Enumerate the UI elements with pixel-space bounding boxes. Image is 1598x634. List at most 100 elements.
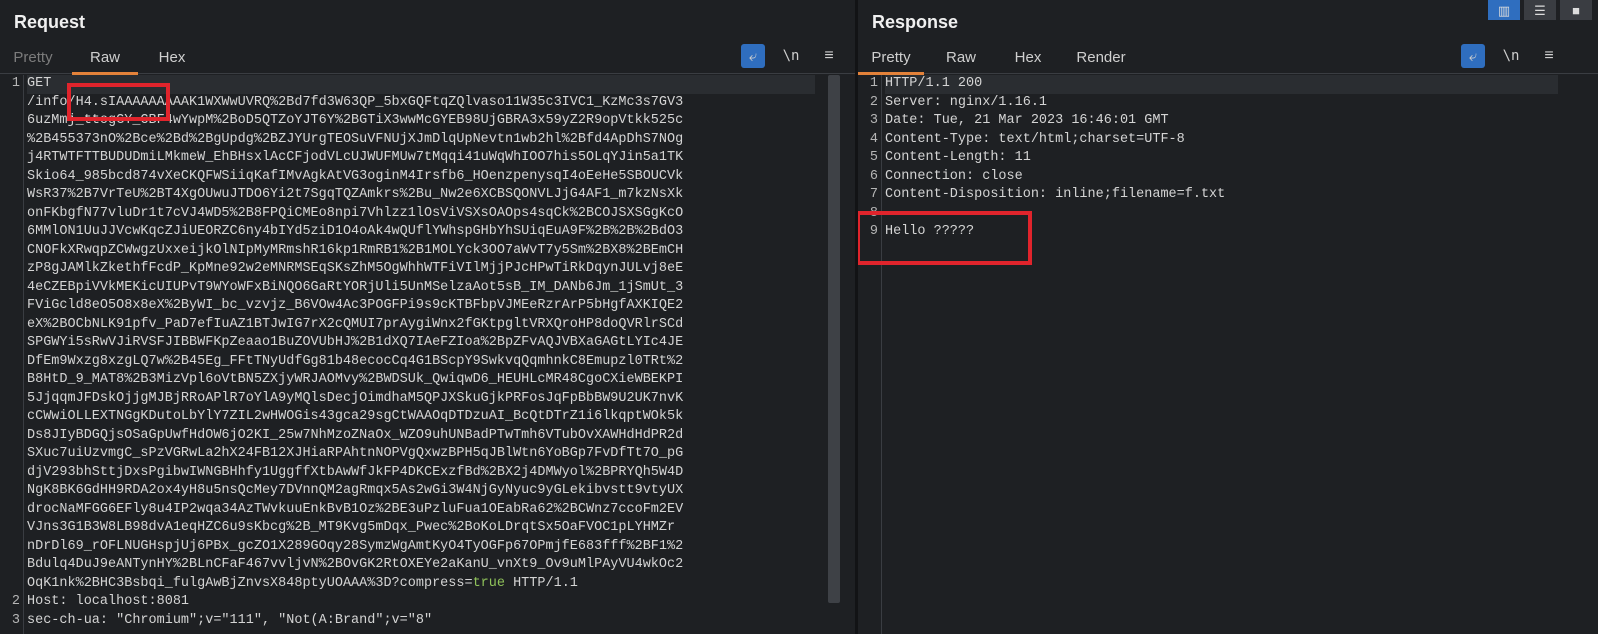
- response-tabs: Pretty Raw Hex Render: [858, 44, 1598, 75]
- code-line[interactable]: 3 Date: Tue, 21 Mar 2023 16:46:01 GMT: [870, 112, 1225, 131]
- line-text: Content-Disposition: inline;filename=f.t…: [885, 187, 1226, 202]
- annotation-box-response: [858, 211, 1032, 265]
- request-scrollbar[interactable]: [828, 75, 840, 603]
- code-line[interactable]: CNOFkXRwqpZCWwgzUxxeijkOlNIpMyMRmshR16kp…: [27, 242, 683, 261]
- layout-side-by-side-button[interactable]: ▥: [1488, 0, 1520, 20]
- line-text: FViGcld8eO5O8x8eX%2ByWI_bc_vzvjz_B6VOw4A…: [27, 298, 684, 313]
- code-line[interactable]: Skio64_985bcd874vXeCKQFWSiiqKafIMvAgkAtV…: [27, 168, 683, 187]
- code-line[interactable]: %2B455373nO%2Bce%2Bd%2BgUpdg%2BZJYUrgTEO…: [27, 131, 683, 150]
- response-tab-pretty[interactable]: Pretty: [858, 44, 924, 75]
- code-line[interactable]: j4RTWTFTTBUDUDmiLMkmeW_EhBHsxlAcCFjodVLc…: [27, 149, 683, 168]
- line-text: Connection: close: [885, 168, 1023, 184]
- code-line[interactable]: 6MMlON1UuJJVcwKqcZJiUEORZC6ny4bIYd5ziD1O…: [27, 223, 683, 242]
- line-text: B8HtD_9_MAT8%2B3MizVpl6oVtBN5ZXjyWRJAOMv…: [27, 372, 684, 387]
- code-line[interactable]: B8HtD_9_MAT8%2B3MizVpl6oVtBN5ZXjyWRJAOMv…: [27, 371, 683, 390]
- line-text: onFKbgfN77vluDr1t7cVJ4WD5%2B8FPQiCMEo8np…: [27, 205, 684, 221]
- line-text: djV293bhSttjDxsPgibwIWNGBHhfy1UggffXtbAw…: [27, 464, 684, 480]
- line-text: DfEm9Wxzg8xzgLQ7w%2B45Eg_FFtTNyUdfGg81b4…: [27, 353, 684, 369]
- line-text: SPGWYi5sRwVJiRVSFJIBBWFKpZeaao1BuZOVUbHJ…: [27, 335, 684, 350]
- layout-single-button[interactable]: ■: [1560, 0, 1592, 20]
- code-line[interactable]: drocNaMFGG6EFly8u4IP2wqa34AzTWvkuuEnkBvB…: [27, 501, 683, 520]
- param-value: true: [472, 575, 505, 591]
- line-text: GET: [27, 76, 52, 91]
- line-number: 5: [869, 150, 878, 165]
- request-tab-raw[interactable]: Raw: [72, 44, 138, 75]
- line-text: Date: Tue, 21 Mar 2023 16:46:01 GMT: [885, 113, 1169, 128]
- code-line[interactable]: FViGcld8eO5O8x8eX%2ByWI_bc_vzvjz_B6VOw4A…: [27, 297, 683, 316]
- line-text: VJns3G1B3W8LB98dvA1eqHZC6u9sKbcg%2B_MT9K…: [27, 520, 676, 535]
- code-line[interactable]: SXuc7uiUzvmgC_sPzVGRwLa2hX24FB12XJHiaRPA…: [27, 445, 683, 464]
- request-code[interactable]: 1 GET/info/H4.sIAAAAAAAAAK1WXWwUVRQ%2Bd7f…: [12, 75, 683, 631]
- request-title: Request: [14, 12, 86, 32]
- annotation-box-request: [67, 83, 170, 121]
- layout-toggles: ▥ ☰ ■: [1488, 0, 1592, 20]
- request-editor[interactable]: 1 GET/info/H4.sIAAAAAAAAAK1WXWwUVRQ%2Bd7f…: [0, 75, 855, 634]
- line-text: zP8gJAMlkZkethfFcdP_KpMne92w2eMNRMSEqSKs…: [27, 261, 684, 276]
- request-menu-button[interactable]: ≡: [820, 44, 838, 68]
- code-line[interactable]: Bdulq4DuJ9eANTynHY%2BLnCFaF467vvljvN%2BO…: [27, 556, 683, 575]
- line-text: eX%2BOCbNLK91pfv_PaD7efIuAZ1BTJwIG7rX2cQ…: [27, 316, 684, 332]
- line-number: 1: [869, 76, 878, 91]
- code-line[interactable]: 5JjqqmJFDskOjjgMJBjRRoAPlR7oYlA9yMQlsDec…: [27, 390, 683, 409]
- code-line[interactable]: eX%2BOCbNLK91pfv_PaD7efIuAZ1BTJwIG7rX2cQ…: [27, 316, 683, 335]
- response-wrap-lines-button[interactable]: ⤶: [1461, 44, 1485, 68]
- response-tab-render[interactable]: Render: [1062, 44, 1140, 74]
- line-text: WsR37%2B7VrTeU%2BT4XgOUwuJTDO6Yi2t7SgqTQ…: [27, 187, 684, 202]
- response-tab-raw[interactable]: Raw: [930, 44, 992, 74]
- code-line[interactable]: DfEm9Wxzg8xzgLQ7w%2B45Eg_FFtTNyUdfGg81b4…: [27, 353, 683, 372]
- code-line[interactable]: SPGWYi5sRwVJiRVSFJIBBWFKpZeaao1BuZOVUbHJ…: [27, 334, 683, 353]
- code-line[interactable]: 3 sec-ch-ua: "Chromium";v="111", "Not(A:B…: [12, 612, 683, 631]
- request-tabs: Pretty Raw Hex: [0, 44, 855, 75]
- line-text: Bdulq4DuJ9eANTynHY%2BLnCFaF467vvljvN%2BO…: [27, 557, 684, 572]
- code-line[interactable]: 4eCZEBpiVVkMEKicUIUPvT9WYoWFxBiNQO6GaRtY…: [27, 279, 683, 298]
- wrap-lines-button[interactable]: ⤶: [741, 44, 765, 68]
- line-number: 3: [869, 113, 878, 128]
- code-line[interactable]: NgK8BK6GdHH9RDA2ox4yH8u5nsQcMey7DVnnQM2a…: [27, 482, 683, 501]
- line-text: CNOFkXRwqpZCWwgzUxxeijkOlNIpMyMRmshR16kp…: [27, 242, 684, 258]
- line-number: 7: [869, 187, 878, 202]
- code-line[interactable]: zP8gJAMlkZkethfFcdP_KpMne92w2eMNRMSEqSKs…: [27, 260, 683, 279]
- response-title: Response: [872, 12, 959, 32]
- response-menu-button[interactable]: ≡: [1540, 44, 1558, 68]
- line-text: SXuc7uiUzvmgC_sPzVGRwLa2hX24FB12XJHiaRPA…: [27, 446, 684, 461]
- code-line[interactable]: 1 HTTP/1.1 200: [870, 75, 1225, 94]
- request-pane: Request Pretty Raw Hex ⤶ \n ≡ 1 GET/info/…: [0, 0, 855, 634]
- code-line[interactable]: OqK1nk%2BHC3Bsbqi_fulgAwBjZnvsX848ptyUOA…: [27, 575, 683, 594]
- line-number: 4: [869, 131, 878, 147]
- line-text: sec-ch-ua: "Chromium";v="111", "Not(A:Br…: [27, 612, 433, 628]
- line-text: Skio64_985bcd874vXeCKQFWSiiqKafIMvAgkAtV…: [27, 168, 684, 184]
- layout-stacked-button[interactable]: ☰: [1524, 0, 1556, 20]
- line-text: 5JjqqmJFDskOjjgMJBjRRoAPlR7oYlA9yMQlsDec…: [27, 390, 684, 406]
- line-text: Host: localhost:8081: [27, 594, 190, 609]
- rows-icon: ☰: [1534, 2, 1546, 18]
- line-text: Server: nginx/1.16.1: [885, 94, 1048, 110]
- response-tab-hex[interactable]: Hex: [998, 44, 1058, 74]
- code-line[interactable]: VJns3G1B3W8LB98dvA1eqHZC6u9sKbcg%2B_MT9K…: [27, 519, 683, 538]
- request-tab-pretty[interactable]: Pretty: [0, 44, 66, 74]
- line-suffix: HTTP/1.1: [504, 575, 578, 591]
- code-line[interactable]: 2 Host: localhost:8081: [12, 593, 683, 612]
- wrap-icon: ⤶: [1468, 47, 1478, 65]
- request-tab-hex[interactable]: Hex: [140, 44, 204, 74]
- code-line[interactable]: 2 Server: nginx/1.16.1: [870, 94, 1225, 113]
- line-text: 4eCZEBpiVVkMEKicUIUPvT9WYoWFxBiNQO6GaRtY…: [27, 279, 684, 295]
- code-line[interactable]: 5 Content-Length: 11: [870, 149, 1225, 168]
- code-line[interactable]: djV293bhSttjDxsPgibwIWNGBHhfy1UggffXtbAw…: [27, 464, 683, 483]
- code-line[interactable]: 6 Connection: close: [870, 168, 1225, 187]
- line-text: Ds8JIyBDGQjsOSaGpUwfHdOW6jO2KI_25w7NhMzo…: [27, 427, 684, 443]
- code-line[interactable]: nDrDl69_rOFLNUGHspjUj6PBx_gcZO1X289GOqy2…: [27, 538, 683, 557]
- code-line[interactable]: onFKbgfN77vluDr1t7cVJ4WD5%2B8FPQiCMEo8np…: [27, 205, 683, 224]
- line-text: j4RTWTFTTBUDUDmiLMkmeW_EhBHsxlAcCFjodVLc…: [27, 150, 684, 165]
- line-number: 2: [869, 94, 878, 110]
- code-line[interactable]: Ds8JIyBDGQjsOSaGpUwfHdOW6jO2KI_25w7NhMzo…: [27, 427, 683, 446]
- code-line[interactable]: cCWwiOLLEXTNGgKDutoLbYlY7ZIL2wHWOGis43gc…: [27, 408, 683, 427]
- code-line[interactable]: 4 Content-Type: text/html;charset=UTF-8: [870, 131, 1225, 150]
- line-text: Content-Type: text/html;charset=UTF-8: [885, 131, 1185, 147]
- response-show-newlines-button[interactable]: \n: [1499, 44, 1523, 68]
- code-line[interactable]: WsR37%2B7VrTeU%2BT4XgOUwuJTDO6Yi2t7SgqTQ…: [27, 186, 683, 205]
- code-line[interactable]: 7 Content-Disposition: inline;filename=f.…: [870, 186, 1226, 205]
- response-editor[interactable]: 1 HTTP/1.1 200 2 Server: nginx/1.16.1 3 Date:…: [858, 75, 1598, 634]
- line-text: cCWwiOLLEXTNGgKDutoLbYlY7ZIL2wHWOGis43gc…: [27, 409, 684, 424]
- line-text: OqK1nk%2BHC3Bsbqi_fulgAwBjZnvsX848ptyUOA…: [27, 575, 473, 591]
- show-newlines-button[interactable]: \n: [779, 44, 803, 68]
